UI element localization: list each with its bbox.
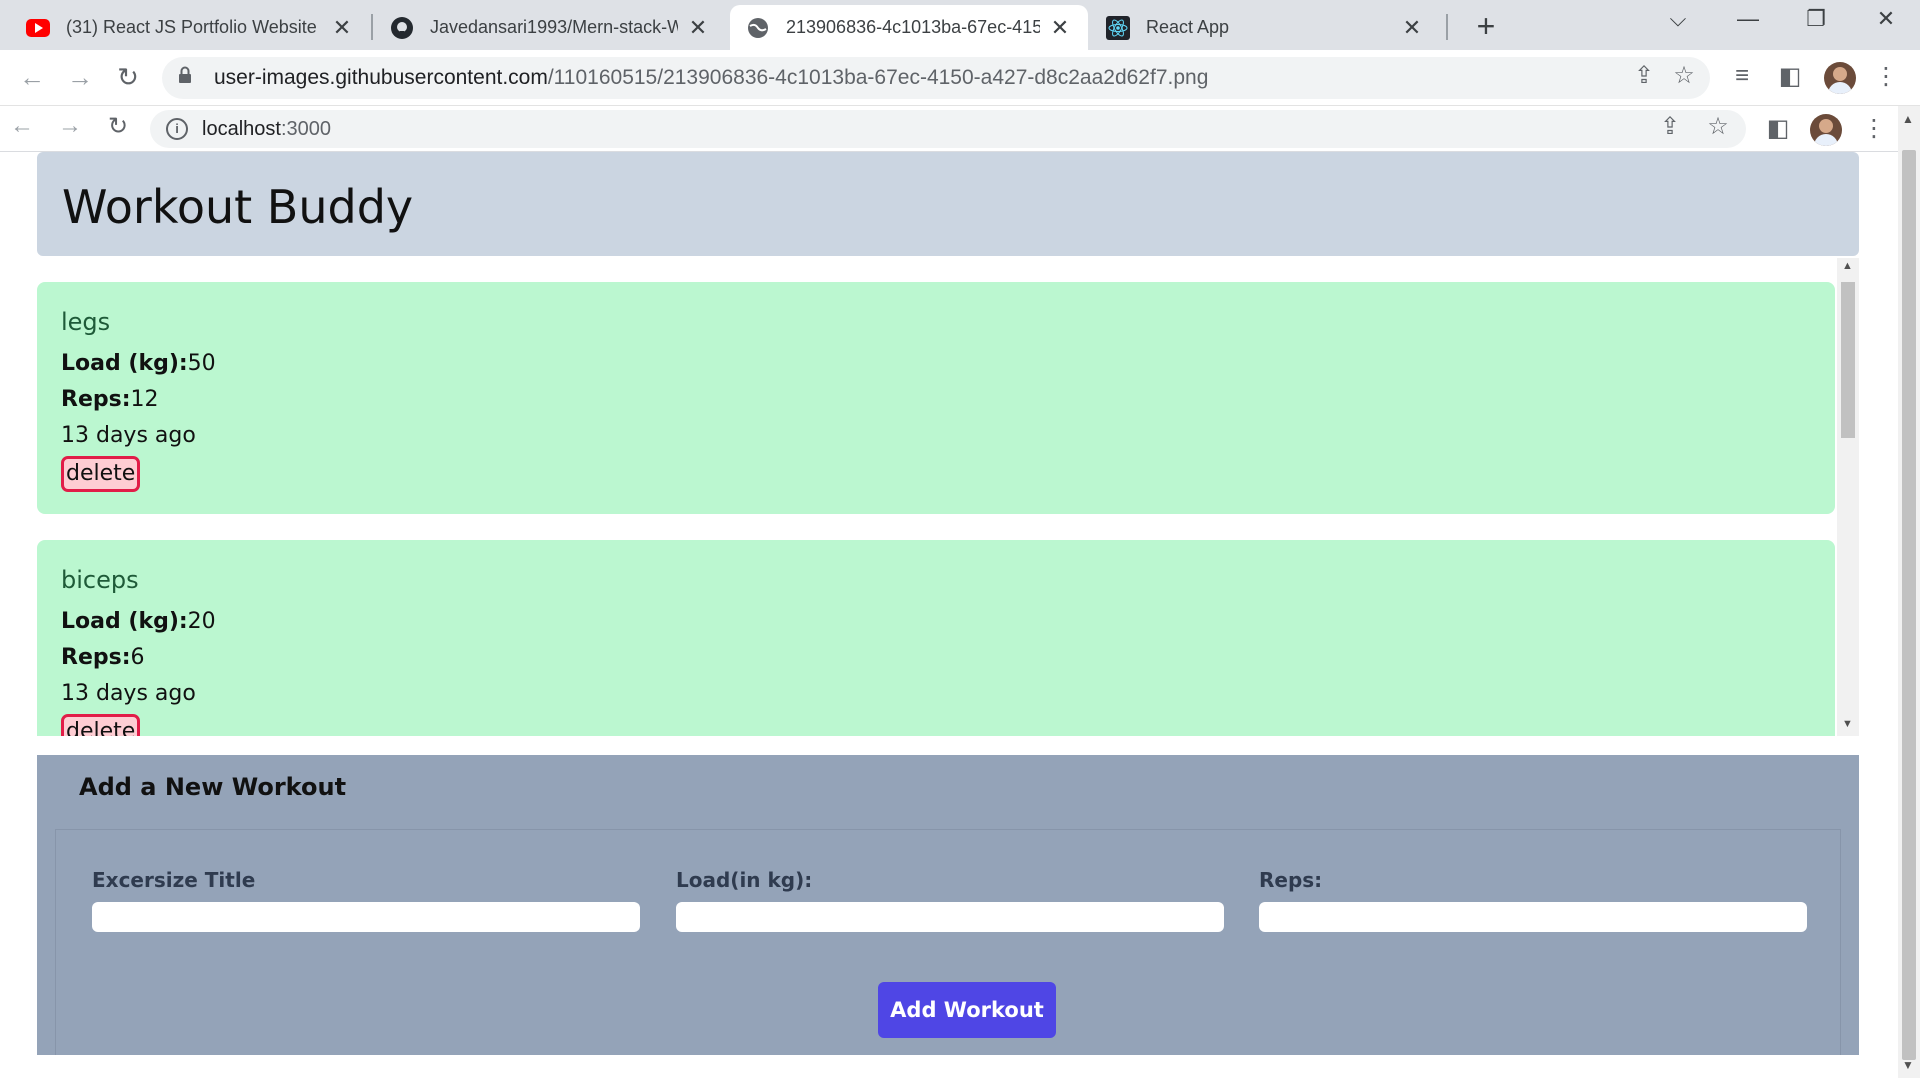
load-value: 50 [187, 351, 216, 376]
menu-kebab-icon[interactable]: ⋮ [1858, 114, 1890, 143]
title-input[interactable] [92, 902, 640, 932]
scrollbar-thumb[interactable] [1841, 282, 1855, 438]
workout-time: 13 days ago [61, 423, 196, 448]
workout-reps: Reps:6 [61, 640, 1811, 676]
outer-address-bar[interactable]: user-images.githubusercontent.com/110160… [162, 57, 1710, 99]
lock-icon [178, 66, 198, 90]
tab-image[interactable]: 213906836-4c1013ba-67ec-4150 ✕ [730, 5, 1088, 50]
tab-title: 213906836-4c1013ba-67ec-4150 [786, 17, 1040, 37]
workout-card: biceps Load (kg):20 Reps:6 13 days ago d… [37, 540, 1835, 736]
form-fields: Excersize Title Load(in kg): Reps: Add W… [55, 829, 1841, 1055]
load-label: Load(in kg): [676, 868, 813, 892]
close-tab-icon[interactable]: ✕ [686, 15, 710, 41]
page-scrollbar[interactable]: ▲ ▼ [1898, 106, 1920, 1078]
page-title[interactable]: Workout Buddy [62, 180, 413, 234]
list-scrollbar[interactable]: ▲ ▼ [1837, 258, 1859, 736]
load-input[interactable] [676, 902, 1224, 932]
close-tab-icon[interactable]: ✕ [1400, 15, 1424, 41]
reps-value: 6 [130, 645, 145, 670]
title-label: Excersize Title [92, 868, 256, 892]
url-path: /110160515/213906836-4c1013ba-67ec-4150-… [547, 66, 1209, 89]
form-title: Add a New Workout [79, 773, 347, 801]
delete-button[interactable]: delete [61, 714, 141, 736]
tab-title: (31) React JS Portfolio Website Us [66, 17, 322, 37]
scroll-up-icon[interactable]: ▲ [1902, 112, 1914, 126]
tab-title: Javedansari1993/Mern-stack-Wo [430, 17, 678, 37]
tab-react-app[interactable]: React App ✕ [1090, 5, 1440, 50]
workout-name: biceps [61, 566, 139, 594]
menu-kebab-icon[interactable]: ⋮ [1870, 62, 1902, 91]
reps-label: Reps: [61, 387, 131, 412]
github-icon [390, 16, 414, 40]
tab-bar: (31) React JS Portfolio Website Us ✕ Jav… [0, 0, 1920, 50]
title-field: Excersize Title [92, 868, 640, 932]
inner-toolbar: ← → ↻ i localhost:3000 ⇪ ☆ ◧ ⋮ [0, 106, 1898, 152]
side-panel-icon[interactable]: ◧ [1774, 62, 1806, 91]
tab-title: React App [1146, 17, 1230, 37]
workout-list: legs Load (kg):50 Reps:12 13 days ago de… [37, 258, 1859, 736]
avatar[interactable] [1824, 62, 1856, 94]
share-icon[interactable]: ⇪ [1628, 61, 1660, 90]
scroll-down-icon[interactable]: ▼ [1902, 1058, 1914, 1072]
scroll-up-icon[interactable]: ▲ [1842, 260, 1853, 272]
tab-separator [371, 14, 373, 40]
workout-load: Load (kg):20 [61, 604, 1811, 640]
load-label: Load (kg): [61, 609, 188, 634]
reps-label: Reps: [61, 645, 131, 670]
media-icon[interactable]: ≡ [1726, 62, 1758, 90]
tab-search-icon[interactable]: ⌵ [1658, 6, 1698, 32]
reps-field: Reps: [1259, 868, 1807, 932]
globe-icon [746, 16, 770, 40]
restore-icon[interactable]: ❐ [1796, 6, 1836, 32]
workout-name: legs [61, 308, 111, 336]
load-field: Load(in kg): [676, 868, 1224, 932]
forward-icon[interactable]: → [52, 112, 88, 140]
workout-reps: Reps:12 [61, 382, 1811, 418]
bookmark-star-icon[interactable]: ☆ [1702, 112, 1734, 141]
share-icon[interactable]: ⇪ [1654, 112, 1686, 141]
tab-youtube[interactable]: (31) React JS Portfolio Website Us ✕ [10, 5, 370, 50]
app-header: Workout Buddy [37, 152, 1859, 256]
close-tab-icon[interactable]: ✕ [330, 15, 354, 41]
reload-icon[interactable]: ↻ [100, 112, 136, 141]
load-value: 20 [187, 609, 216, 634]
scroll-down-icon[interactable]: ▼ [1842, 718, 1853, 730]
new-tab-button[interactable]: + [1466, 8, 1506, 45]
forward-icon[interactable]: → [62, 62, 98, 93]
reps-input[interactable] [1259, 902, 1807, 932]
inner-address-bar[interactable]: i localhost:3000 ⇪ ☆ [150, 110, 1746, 148]
close-tab-icon[interactable]: ✕ [1048, 15, 1072, 41]
react-icon [1106, 15, 1130, 40]
minimize-icon[interactable]: — [1728, 6, 1768, 32]
outer-toolbar: ← → ↻ user-images.githubusercontent.com /… [0, 50, 1920, 106]
info-icon: i [166, 118, 188, 140]
reps-value: 12 [130, 387, 159, 412]
reload-icon[interactable]: ↻ [110, 62, 146, 93]
back-icon[interactable]: ← [14, 62, 50, 93]
bookmark-star-icon[interactable]: ☆ [1668, 61, 1700, 90]
tab-separator [1446, 14, 1448, 40]
youtube-icon [26, 16, 50, 40]
reps-label: Reps: [1259, 868, 1323, 892]
side-panel-icon[interactable]: ◧ [1762, 114, 1794, 143]
url-port: :3000 [280, 117, 331, 140]
back-icon[interactable]: ← [4, 112, 40, 140]
close-window-icon[interactable]: ✕ [1866, 6, 1906, 32]
workout-time: 13 days ago [61, 681, 196, 706]
delete-button[interactable]: delete [61, 456, 141, 492]
workout-card: legs Load (kg):50 Reps:12 13 days ago de… [37, 282, 1835, 514]
url-host: user-images.githubusercontent.com [214, 66, 548, 89]
add-workout-button[interactable]: Add Workout [878, 982, 1056, 1038]
avatar[interactable] [1810, 114, 1842, 146]
tab-github[interactable]: Javedansari1993/Mern-stack-Wo ✕ [374, 5, 726, 50]
scrollbar-thumb[interactable] [1902, 150, 1916, 1060]
load-label: Load (kg): [61, 351, 188, 376]
add-workout-form: Add a New Workout Excersize Title Load(i… [37, 755, 1859, 1055]
workout-load: Load (kg):50 [61, 346, 1811, 382]
url-host: localhost [202, 117, 281, 140]
